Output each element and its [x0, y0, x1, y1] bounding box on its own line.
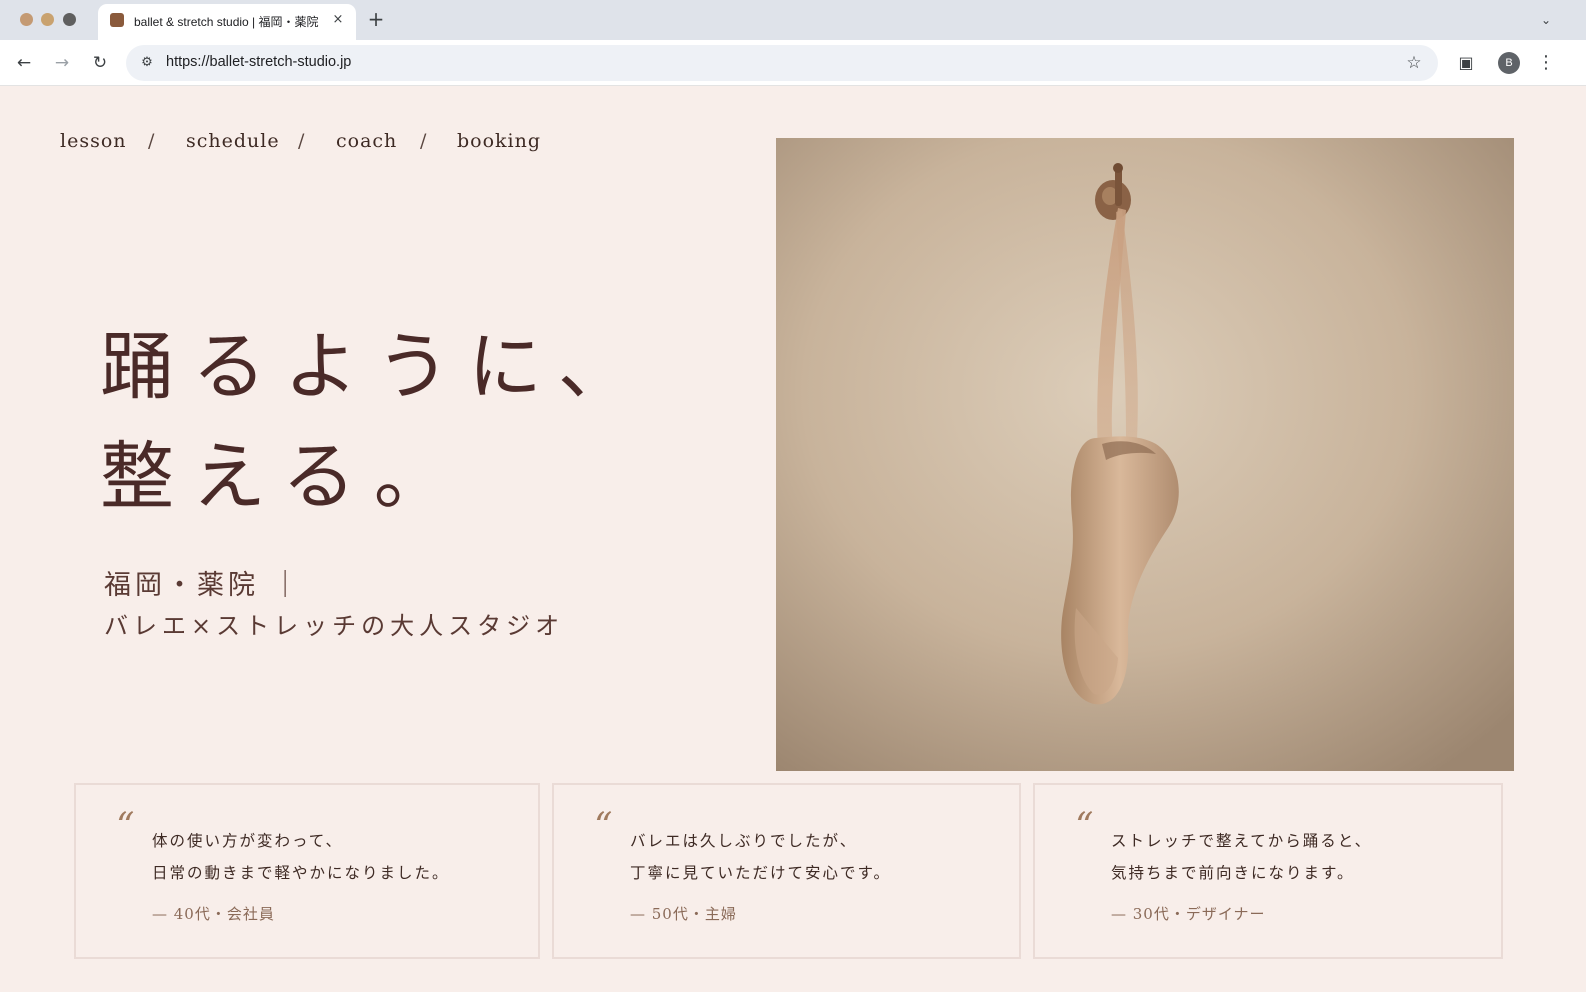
browser-toolbar: ← → ↻ ⚙ https://ballet-stretch-studio.jp…: [0, 40, 1586, 86]
profile-avatar[interactable]: B: [1498, 52, 1520, 74]
hero-title-line-1: 踊るように、: [100, 324, 650, 410]
hero-title: 踊るように、 整える。: [100, 312, 720, 532]
testimonial-line: 丁寧に見ていただけて安心です。: [630, 864, 891, 882]
window-close-button[interactable]: [20, 13, 33, 26]
hero-photo-pointe-shoe: [776, 138, 1514, 771]
url-text[interactable]: https://ballet-stretch-studio.jp: [166, 54, 351, 70]
hero-subtitle: 福岡・薬院 ｜ バレエ×ストレッチの大人スタジオ: [104, 568, 724, 648]
browser-tab-bar: ballet & stretch studio | 福岡・薬院 × + ⌄: [0, 0, 1586, 40]
tab-search-chevron-icon[interactable]: ⌄: [1534, 9, 1558, 31]
testimonial-line: バレエは久しぶりでしたが、: [630, 832, 858, 850]
tab-close-icon[interactable]: ×: [328, 10, 348, 30]
testimonial-card: “ バレエは久しぶりでしたが、 丁寧に見ていただけて安心です。 — 50代・主婦: [552, 783, 1021, 959]
quote-mark-icon: “: [1075, 806, 1094, 847]
tab-title: ballet & stretch studio | 福岡・薬院: [134, 15, 319, 29]
quote-mark-icon: “: [116, 806, 135, 847]
testimonial-card: “ 体の使い方が変わって、 日常の動きまで軽やかになりました。 — 40代・会社…: [74, 783, 540, 959]
address-bar[interactable]: ⚙ https://ballet-stretch-studio.jp ☆: [126, 45, 1438, 81]
nav-separator: /: [148, 130, 156, 152]
site-info-icon[interactable]: ⚙: [138, 53, 156, 73]
nav-link-schedule[interactable]: schedule: [186, 130, 280, 152]
hero-title-line-2: 整える。: [100, 434, 466, 520]
back-arrow-icon[interactable]: ←: [10, 49, 38, 77]
forward-arrow-icon[interactable]: →: [48, 49, 76, 77]
testimonial-line: 気持ちまで前向きになります。: [1111, 864, 1355, 882]
nav-separator: /: [420, 130, 428, 152]
quote-mark-icon: “: [594, 806, 613, 847]
testimonial-author: — 50代・主婦: [630, 905, 737, 923]
nav-link-lesson[interactable]: lesson: [60, 130, 127, 152]
testimonial-line: ストレッチで整えてから踊ると、: [1111, 832, 1373, 850]
nav-separator: /: [298, 130, 306, 152]
hero-location: 福岡・薬院 ｜: [104, 570, 303, 601]
favicon-icon: [110, 13, 124, 27]
testimonial-author: — 30代・デザイナー: [1111, 905, 1266, 923]
window-minimize-button[interactable]: [41, 13, 54, 26]
browser-menu-icon[interactable]: ⋮: [1532, 49, 1560, 77]
window-zoom-button[interactable]: [63, 13, 76, 26]
bookmark-star-icon[interactable]: ☆: [1402, 51, 1426, 75]
testimonial-author: — 40代・会社員: [152, 905, 275, 923]
testimonial-text: バレエは久しぶりでしたが、 丁寧に見ていただけて安心です。: [630, 825, 891, 889]
nav-link-booking[interactable]: booking: [457, 130, 541, 152]
testimonial-text: ストレッチで整えてから踊ると、 気持ちまで前向きになります。: [1111, 825, 1372, 889]
testimonial-line: 日常の動きまで軽やかになりました。: [152, 864, 450, 882]
side-panel-icon[interactable]: ▣: [1452, 49, 1480, 77]
hero-tagline: バレエ×ストレッチの大人スタジオ: [104, 612, 565, 640]
browser-tab-active[interactable]: ballet & stretch studio | 福岡・薬院 ×: [98, 4, 356, 40]
reload-icon[interactable]: ↻: [86, 49, 114, 77]
nav-link-coach[interactable]: coach: [336, 130, 397, 152]
testimonial-line: 体の使い方が変わって、: [152, 832, 343, 850]
testimonial-text: 体の使い方が変わって、 日常の動きまで軽やかになりました。: [152, 825, 450, 889]
pointe-shoe-illustration: [776, 138, 1514, 771]
new-tab-icon[interactable]: +: [364, 6, 388, 32]
testimonial-card: “ ストレッチで整えてから踊ると、 気持ちまで前向きになります。 — 30代・デ…: [1033, 783, 1503, 959]
